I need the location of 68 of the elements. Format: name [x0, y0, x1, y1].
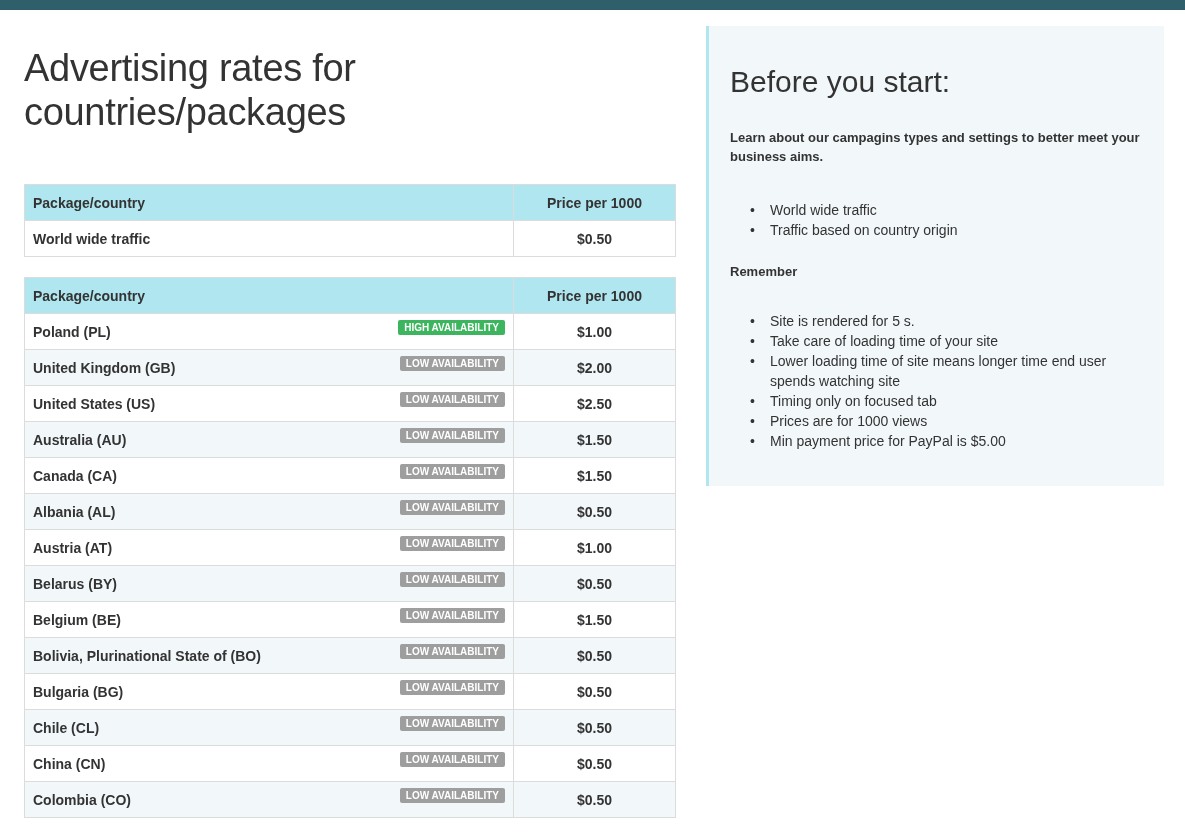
- availability-badge: LOW AVAILABILITY: [399, 572, 505, 587]
- availability-badge: HIGH AVAILABILITY: [398, 320, 505, 335]
- price-cell: $1.50: [513, 421, 676, 458]
- package-name-cell: World wide traffic: [24, 220, 514, 257]
- price-cell: $0.50: [513, 493, 676, 530]
- price-cell: $2.00: [513, 349, 676, 386]
- country-name: Poland (PL): [33, 323, 111, 340]
- price-cell: $1.00: [513, 529, 676, 566]
- column-header: Price per 1000: [513, 184, 676, 221]
- list-item: Min payment price for PayPal is $5.00: [770, 432, 1006, 451]
- list-item: Site is rendered for 5 s.: [770, 312, 915, 331]
- bullet-marker: •: [750, 201, 756, 220]
- availability-badge: LOW AVAILABILITY: [399, 500, 505, 515]
- country-name: Bolivia, Plurinational State of (BO): [33, 647, 261, 664]
- price-cell: $0.50: [513, 637, 676, 674]
- remember-heading: Remember: [730, 263, 799, 281]
- bullet-marker: •: [750, 352, 756, 371]
- price-cell: $2.50: [513, 385, 676, 422]
- list-item: Take care of loading time of your site: [770, 332, 998, 351]
- bullet-marker: •: [750, 332, 756, 351]
- list-item: Timing only on focused tab: [770, 392, 937, 411]
- bullet-marker: •: [750, 412, 756, 431]
- page-title: Advertising rates for countries/packages: [24, 46, 357, 134]
- list-item: Prices are for 1000 views: [770, 412, 928, 431]
- list-item: Traffic based on country origin: [770, 221, 958, 240]
- country-name: Chile (CL): [33, 719, 100, 736]
- column-header: Price per 1000: [513, 277, 676, 314]
- availability-badge: LOW AVAILABILITY: [399, 608, 505, 623]
- availability-badge: LOW AVAILABILITY: [399, 752, 505, 767]
- price-cell: $0.50: [513, 673, 676, 710]
- country-name: Belarus (BY): [33, 575, 118, 592]
- price-cell: $1.50: [513, 601, 676, 638]
- availability-badge: LOW AVAILABILITY: [399, 644, 505, 659]
- price-cell: $0.50: [513, 781, 676, 818]
- list-item: World wide traffic: [770, 201, 877, 220]
- country-name: Albania (AL): [33, 503, 116, 520]
- price-cell: $1.00: [513, 313, 676, 350]
- price-cell: $0.50: [513, 220, 676, 257]
- country-name: China (CN): [33, 755, 106, 772]
- country-name: Australia (AU): [33, 431, 127, 448]
- bullet-marker: •: [750, 432, 756, 451]
- price-cell: $0.50: [513, 709, 676, 746]
- availability-badge: LOW AVAILABILITY: [399, 392, 505, 407]
- availability-badge: LOW AVAILABILITY: [399, 788, 505, 803]
- column-header: Package/country: [24, 277, 514, 314]
- availability-badge: LOW AVAILABILITY: [399, 716, 505, 731]
- availability-badge: LOW AVAILABILITY: [399, 464, 505, 479]
- bullet-marker: •: [750, 221, 756, 240]
- price-cell: $1.50: [513, 457, 676, 494]
- availability-badge: LOW AVAILABILITY: [399, 536, 505, 551]
- column-header: Package/country: [24, 184, 514, 221]
- intro-text: Learn about our campagins types and settings to better meet your business aims.: [730, 129, 1141, 166]
- price-cell: $0.50: [513, 565, 676, 602]
- country-name: Canada (CA): [33, 467, 117, 484]
- country-name: Colombia (CO): [33, 791, 131, 808]
- bullet-marker: •: [750, 392, 756, 411]
- country-name: United Kingdom (GB): [33, 359, 176, 376]
- country-name: Belgium (BE): [33, 611, 121, 628]
- price-cell: $0.50: [513, 745, 676, 782]
- panel-title: Before you start:: [730, 64, 952, 100]
- country-name: Austria (AT): [33, 539, 113, 556]
- country-name: United States (US): [33, 395, 156, 412]
- availability-badge: LOW AVAILABILITY: [399, 428, 505, 443]
- bullet-marker: •: [750, 312, 756, 331]
- list-item: Lower loading time of site means longer time end user spends watching site: [770, 352, 1108, 391]
- availability-badge: LOW AVAILABILITY: [399, 680, 505, 695]
- availability-badge: LOW AVAILABILITY: [399, 356, 505, 371]
- country-name: Bulgaria (BG): [33, 683, 124, 700]
